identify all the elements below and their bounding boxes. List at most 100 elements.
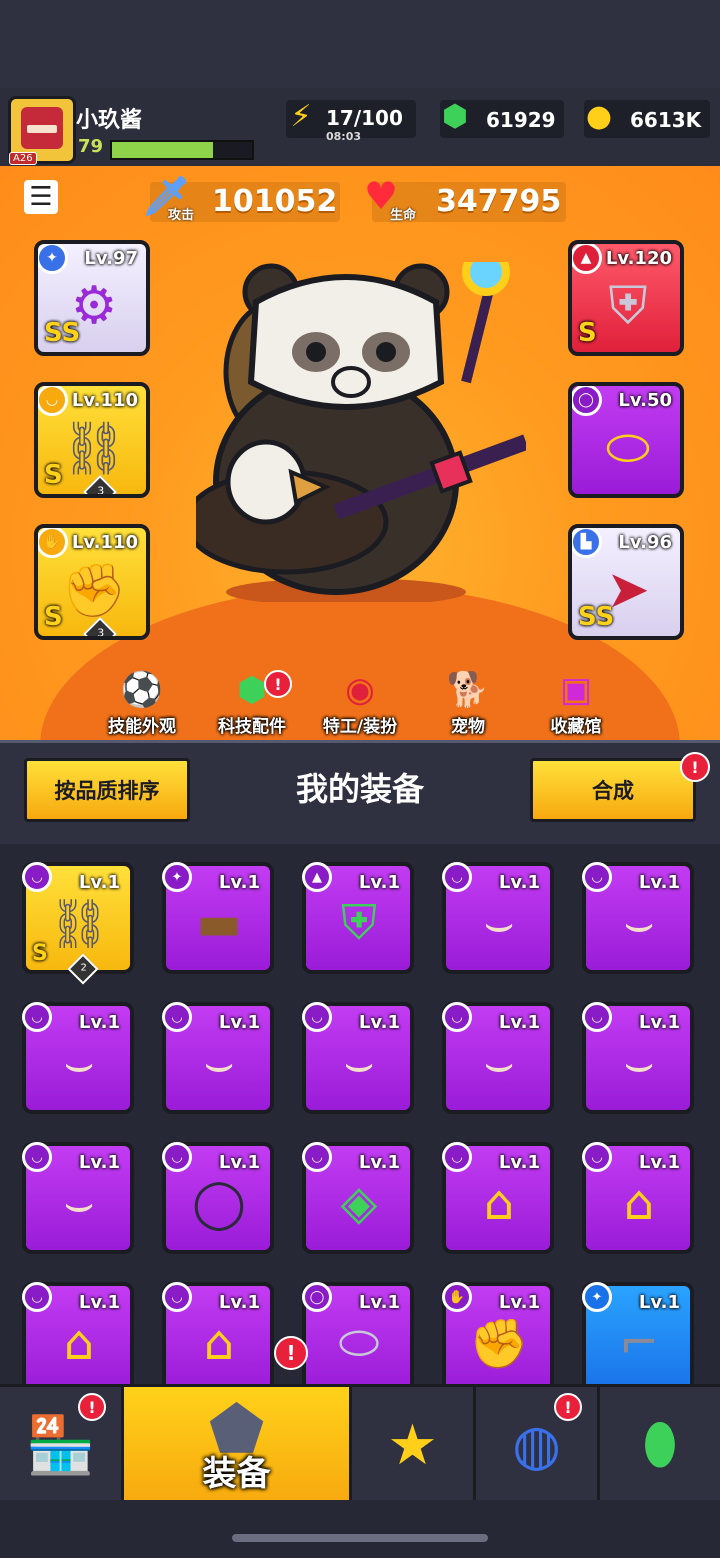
- inventory-item[interactable]: ◡ Lv.1 ⌣: [22, 1142, 134, 1254]
- status-area: [0, 0, 720, 88]
- energy-value: 17/100: [326, 106, 403, 130]
- equip-slot-gloves[interactable]: ✋ Lv.110 ✊ S 3: [34, 524, 150, 640]
- shotgun-icon: ▬: [196, 895, 242, 951]
- list-icon: ☰: [29, 182, 53, 212]
- alert-badge: !: [78, 1393, 106, 1421]
- attack-value: 101052: [212, 184, 338, 219]
- slot-grade: SS: [44, 318, 81, 348]
- gauntlet-icon: ✊: [469, 1315, 529, 1372]
- fang-necklace-icon: ⌣: [343, 1034, 375, 1091]
- energy-timer: 08:03: [326, 130, 362, 143]
- star-swords-icon: ★: [387, 1412, 438, 1478]
- equip-slot-belt[interactable]: ◯ Lv.50 ⬭: [568, 382, 684, 498]
- inventory-item[interactable]: ✋ Lv.1 ✊: [442, 1282, 554, 1384]
- hp-value: 347795: [436, 184, 562, 219]
- tab-pets[interactable]: 🐕 宠物: [418, 668, 518, 740]
- inventory-item[interactable]: ✦ Lv.1 ⌐: [582, 1282, 694, 1384]
- chain-pendant-icon: ⌂: [203, 1315, 235, 1371]
- inventory-item[interactable]: ◡ Lv.1 ⌣: [582, 862, 694, 974]
- nav-lab[interactable]: ⬮: [600, 1387, 720, 1503]
- player-level: 79: [78, 136, 104, 157]
- nav-battle[interactable]: ★: [352, 1387, 476, 1503]
- shop-icon: 🏪: [25, 1413, 96, 1478]
- hp-label: 生命: [390, 208, 417, 223]
- fang-necklace-icon: ⌣: [623, 894, 655, 951]
- tab-collection[interactable]: ▣ 收藏馆: [526, 668, 626, 740]
- coin-value: 6613K: [630, 108, 702, 132]
- nav-equipment[interactable]: ⬟ 装备: [124, 1387, 352, 1503]
- equip-slot-boots[interactable]: ▙ Lv.96 ➤ SS: [568, 524, 684, 640]
- fang-necklace-icon: ⌣: [63, 1034, 95, 1091]
- inventory-item[interactable]: ◡ Lv.1 ⌣: [22, 1002, 134, 1114]
- fang-necklace-icon: ⌣: [483, 894, 515, 951]
- player-name: 小玖酱: [76, 108, 143, 133]
- inventory-item[interactable]: ◡ Lv.1 ⌂: [22, 1282, 134, 1384]
- slot-level: Lv.120: [605, 248, 672, 269]
- merge-alert-badge: !: [680, 752, 710, 782]
- inventory-item[interactable]: ✦ Lv.1 ▬: [162, 862, 274, 974]
- inventory-item[interactable]: ◡ Lv.1 ⌂: [442, 1142, 554, 1254]
- equip-slot-necklace[interactable]: ◡ Lv.110 ⛓ S 3: [34, 382, 150, 498]
- inventory-title: 我的装备: [295, 770, 424, 808]
- equip-slot-weapon[interactable]: ✦ Lv.97 ⚙ SS: [34, 240, 150, 356]
- nav-label: 装备: [202, 1454, 271, 1494]
- inventory-item[interactable]: ◡ Lv.1 ⌣: [302, 1002, 414, 1114]
- inventory-item[interactable]: ◡ Lv.1 ⌣: [162, 1002, 274, 1114]
- armor-icon: ⛨: [340, 894, 377, 951]
- inventory-item[interactable]: ▲ Lv.1 ⛨: [302, 862, 414, 974]
- slot-grade: S: [44, 602, 63, 632]
- slot-level: Lv.96: [618, 532, 672, 553]
- inventory-item[interactable]: ◡ Lv.1 ⌣: [582, 1002, 694, 1114]
- slot-level: Lv.110: [71, 390, 138, 411]
- slot-level: Lv.97: [84, 248, 138, 269]
- star-badge: 2: [67, 953, 99, 985]
- chain-necklace-icon: ⛓: [60, 418, 127, 479]
- fang-necklace-icon: ⌣: [63, 1174, 95, 1231]
- equip-slot-armor[interactable]: ▲ Lv.120 ⛨ S: [568, 240, 684, 356]
- tab-tech-parts[interactable]: ⬢ 科技配件 !: [202, 668, 302, 740]
- inventory-item[interactable]: ◡ Lv.1 ⌂: [582, 1142, 694, 1254]
- star-ball-icon: ◍: [512, 1412, 561, 1478]
- shiba-dog-icon: 🐕: [446, 670, 490, 710]
- coin-icon: ●: [585, 98, 613, 134]
- belt-icon: ⬭: [338, 1314, 380, 1371]
- chain-pendant-icon: ⌂: [483, 1175, 515, 1231]
- necklace-icon: ⛓: [48, 895, 110, 952]
- agent-head-icon: ◉: [345, 670, 375, 710]
- menu-button[interactable]: ☰: [24, 180, 58, 214]
- chain-pendant-icon: ⌂: [63, 1315, 95, 1371]
- slot-grade: SS: [578, 602, 615, 632]
- tab-label: 特工/装扮: [322, 717, 398, 737]
- inventory-item[interactable]: ◡ Lv.1 ⌣: [442, 1002, 554, 1114]
- tab-agent-outfit[interactable]: ◉ 特工/装扮: [310, 668, 410, 740]
- system-bar: [0, 1500, 720, 1558]
- home-indicator[interactable]: [232, 1534, 488, 1542]
- gem-necklace-icon: ◈: [340, 1175, 378, 1231]
- attack-stat: 🗡 攻击 101052: [142, 174, 340, 223]
- belt-icon: ⬭: [605, 417, 651, 478]
- merge-button[interactable]: 合成: [530, 758, 696, 822]
- slot-level: Lv.50: [618, 390, 672, 411]
- coin-counter[interactable]: ● 6613K: [584, 99, 710, 138]
- gem-counter[interactable]: ⬢ 61929: [440, 99, 564, 138]
- gauntlet-icon: ✊: [61, 560, 127, 621]
- nav-events[interactable]: ◍ !: [476, 1387, 600, 1503]
- nav-shop[interactable]: 🏪 !: [0, 1387, 124, 1503]
- chain-pendant-icon: ⌂: [623, 1175, 655, 1231]
- soccer-ball-icon: ⚽: [120, 670, 164, 710]
- attack-label: 攻击: [168, 208, 195, 223]
- player-avatar[interactable]: A26: [8, 96, 76, 165]
- alert-badge: !: [554, 1393, 582, 1421]
- inventory-item[interactable]: ◡ Lv.1 ⛓ S 2: [22, 862, 134, 985]
- tab-label: 收藏馆: [550, 717, 602, 737]
- energy-counter[interactable]: ⚡ 17/100 08:03: [286, 99, 416, 143]
- avatar-tag: A26: [9, 152, 37, 165]
- inventory-item[interactable]: ◯ Lv.1 ⬭: [302, 1282, 414, 1384]
- revolver-icon: ⌐: [618, 1315, 660, 1371]
- tab-skill-skins[interactable]: ⚽ 技能外观: [92, 668, 192, 740]
- inventory-item[interactable]: ◡ Lv.1 ⌣: [442, 862, 554, 974]
- sort-by-quality-button[interactable]: 按品质排序: [24, 758, 190, 822]
- inventory-item[interactable]: ◡ Lv.1 ◯: [162, 1142, 274, 1254]
- inventory-item[interactable]: ◡ Lv.1 ◈: [302, 1142, 414, 1254]
- inventory-item[interactable]: ◡ Lv.1 ⌂: [162, 1282, 274, 1384]
